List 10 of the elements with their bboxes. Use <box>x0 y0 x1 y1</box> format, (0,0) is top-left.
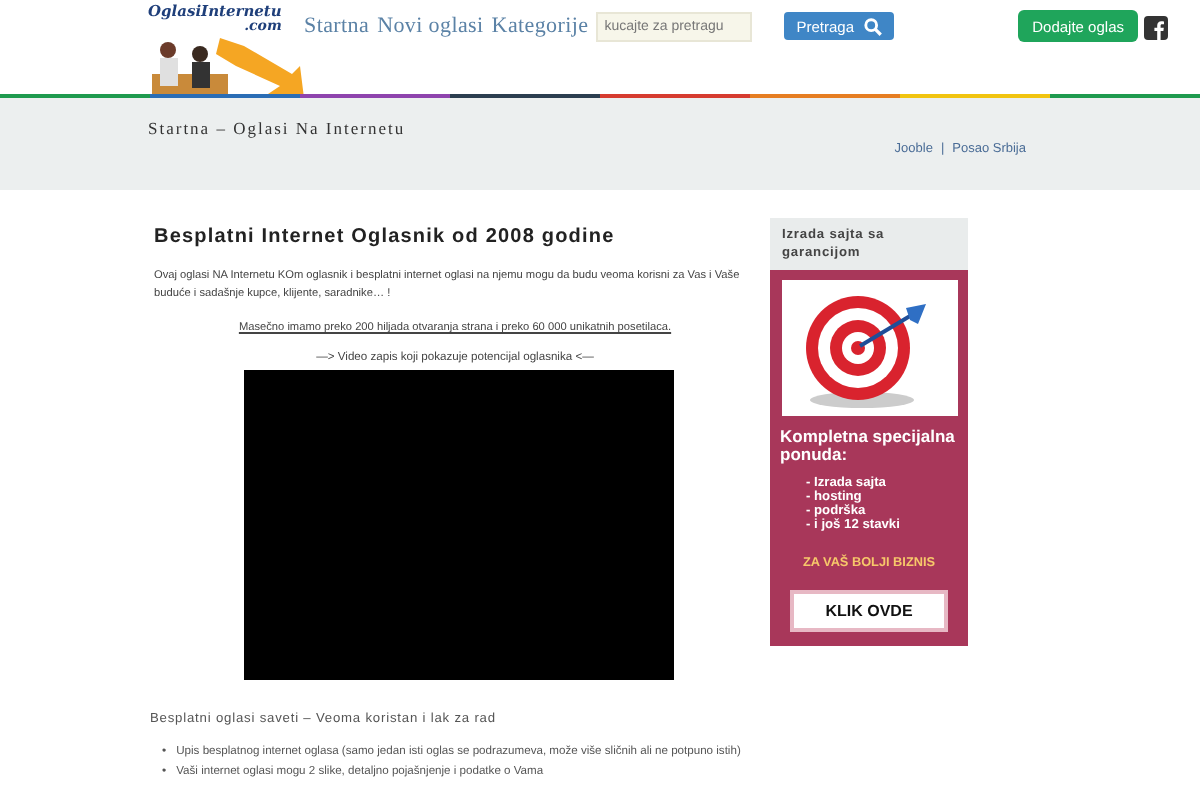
facebook-icon[interactable] <box>1144 16 1168 40</box>
nav-link[interactable]: Kategorije <box>491 14 589 38</box>
nav-link[interactable]: Startna <box>304 14 370 38</box>
search-icon <box>864 17 883 35</box>
nav-link[interactable]: Novi oglasi <box>377 14 484 38</box>
target-icon <box>781 280 957 416</box>
banner-headline: Kompletna specijalna ponuda: <box>780 428 957 464</box>
article-title: Besplatni Internet Oglasnik od 2008 godine <box>154 224 617 248</box>
banner-button[interactable]: KLIK OVDE <box>790 590 948 632</box>
page-title: Startna – Oglasi Na Internetu <box>148 116 408 138</box>
